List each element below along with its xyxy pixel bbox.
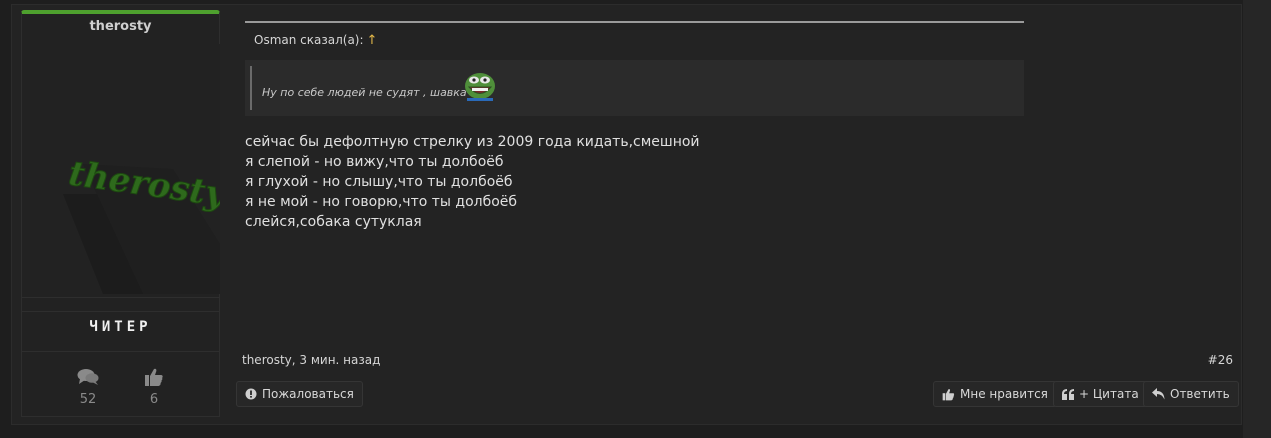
messages-count: 52	[79, 392, 97, 407]
reply-button[interactable]: Ответить	[1143, 381, 1239, 407]
pepe-smile-icon	[463, 70, 497, 108]
divider	[22, 351, 219, 352]
likes-count: 6	[149, 392, 159, 407]
user-title: ЧИТЕР	[89, 319, 152, 335]
report-button[interactable]: Пожаловаться	[236, 381, 363, 407]
quote-source-arrow[interactable]: ↑	[367, 33, 378, 48]
thumbs-up-icon	[134, 366, 174, 388]
quote-label: + Цитата	[1079, 387, 1139, 401]
post-meta[interactable]: therosty, 3 мин. назад	[242, 353, 380, 367]
message-line: я слепой - но вижу,что ты долбоёб	[245, 154, 504, 170]
like-label: Мне нравится	[960, 387, 1048, 401]
message-line: слейся,собака сутуклая	[245, 214, 422, 230]
quote-bar	[250, 66, 252, 110]
divider	[22, 311, 219, 312]
message-line: я глухой - но слышу,что ты долбоёб	[245, 174, 513, 190]
user-sidebar: therosty therosty ЧИТЕР 52 6	[21, 10, 220, 417]
reply-label: Ответить	[1170, 387, 1230, 401]
report-label: Пожаловаться	[262, 387, 354, 401]
quote-block: Osman сказал(а): ↑ Ну по себе людей не су…	[245, 21, 1024, 116]
divider	[22, 297, 219, 298]
like-button[interactable]: Мне нравится	[933, 381, 1057, 407]
message-line: сейчас бы дефолтную стрелку из 2009 года…	[245, 134, 700, 150]
quote-text: Ну по себе людей не судят , шавка	[262, 86, 467, 99]
quote-button[interactable]: + Цитата	[1053, 381, 1148, 407]
stat-likes[interactable]: 6	[134, 366, 174, 407]
like-icon	[942, 388, 955, 401]
post-number[interactable]: #26	[1208, 353, 1233, 367]
reply-icon	[1152, 388, 1165, 400]
messages-icon	[68, 366, 108, 388]
forum-post: therosty therosty ЧИТЕР 52 6 Osman сказа…	[11, 4, 1242, 425]
quote-body: Ну по себе людей не судят , шавка	[245, 60, 1024, 116]
post-message: сейчас бы дефолтную стрелку из 2009 года…	[245, 132, 700, 232]
quote-header: Osman сказал(а): ↑	[254, 33, 377, 48]
report-icon	[245, 388, 257, 400]
stat-messages[interactable]: 52	[68, 366, 108, 407]
username[interactable]: therosty	[22, 19, 219, 34]
quote-icon	[1062, 388, 1074, 400]
message-line: я не мой - но говорю,что ты долбоёб	[245, 194, 518, 210]
page-right-strip	[1243, 0, 1271, 438]
avatar[interactable]: therosty	[23, 44, 220, 294]
quote-author: Osman сказал(а):	[254, 33, 364, 47]
